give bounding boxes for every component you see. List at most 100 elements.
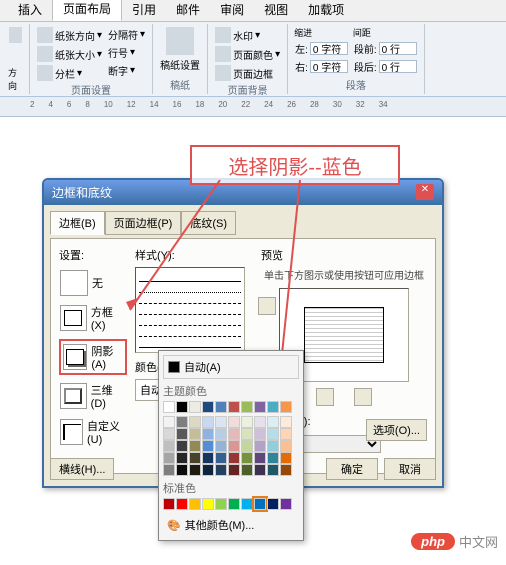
color-swatch[interactable]: [254, 464, 266, 476]
color-swatch[interactable]: [176, 440, 188, 452]
paper-size[interactable]: 纸张大小 ▾: [36, 45, 103, 63]
style-listbox[interactable]: [135, 267, 245, 353]
option-custom[interactable]: 自定义(U): [59, 417, 127, 447]
color-swatch[interactable]: [280, 452, 292, 464]
color-swatch[interactable]: [267, 416, 279, 428]
border-right-button[interactable]: [354, 388, 372, 406]
color-swatch[interactable]: [189, 401, 201, 413]
columns[interactable]: 分栏 ▾: [36, 64, 103, 82]
color-swatch[interactable]: [241, 416, 253, 428]
color-swatch[interactable]: [280, 416, 292, 428]
color-swatch[interactable]: [202, 401, 214, 413]
auto-color-option[interactable]: 自动(A): [163, 355, 299, 379]
color-swatch[interactable]: [267, 452, 279, 464]
tab-shading[interactable]: 底纹(S): [181, 211, 236, 235]
tab-mailings[interactable]: 邮件: [166, 0, 210, 21]
option-shadow[interactable]: 阴影(A): [59, 339, 127, 375]
color-swatch[interactable]: [202, 416, 214, 428]
option-3d[interactable]: 三维(D): [59, 381, 127, 411]
color-swatch[interactable]: [163, 440, 175, 452]
color-swatch[interactable]: [176, 401, 188, 413]
color-swatch[interactable]: [280, 464, 292, 476]
color-swatch[interactable]: [189, 464, 201, 476]
color-swatch[interactable]: [176, 464, 188, 476]
color-swatch[interactable]: [202, 428, 214, 440]
watermark[interactable]: 水印 ▾: [214, 26, 281, 44]
color-swatch[interactable]: [241, 440, 253, 452]
color-swatch[interactable]: [280, 440, 292, 452]
color-swatch[interactable]: [267, 464, 279, 476]
space-after-input[interactable]: [379, 60, 417, 73]
color-swatch[interactable]: [267, 498, 279, 510]
tab-borders[interactable]: 边框(B): [50, 211, 105, 235]
horizontal-line-button[interactable]: 横线(H)...: [50, 458, 114, 480]
color-swatch[interactable]: [215, 464, 227, 476]
ok-button[interactable]: 确定: [326, 458, 378, 480]
color-swatch[interactable]: [189, 452, 201, 464]
color-swatch[interactable]: [228, 440, 240, 452]
color-swatch[interactable]: [189, 428, 201, 440]
options-button[interactable]: 选项(O)...: [366, 419, 427, 441]
color-swatch[interactable]: [254, 452, 266, 464]
border-left-button[interactable]: [316, 388, 334, 406]
color-swatch[interactable]: [280, 498, 292, 510]
color-swatch[interactable]: [241, 401, 253, 413]
space-before-input[interactable]: [379, 42, 417, 55]
color-swatch[interactable]: [176, 416, 188, 428]
color-swatch[interactable]: [241, 498, 253, 510]
color-swatch[interactable]: [228, 452, 240, 464]
text-direction[interactable]: [8, 26, 23, 44]
tab-addins[interactable]: 加载项: [298, 0, 354, 21]
color-swatch[interactable]: [202, 498, 214, 510]
color-swatch[interactable]: [267, 440, 279, 452]
color-swatch[interactable]: [189, 498, 201, 510]
color-swatch[interactable]: [176, 498, 188, 510]
color-swatch[interactable]: [254, 416, 266, 428]
more-colors-option[interactable]: 🎨 其他颜色(M)...: [163, 514, 299, 536]
color-swatch[interactable]: [228, 401, 240, 413]
color-swatch[interactable]: [176, 452, 188, 464]
color-swatch[interactable]: [254, 498, 266, 510]
tab-insert[interactable]: 插入: [8, 0, 52, 21]
color-swatch[interactable]: [163, 464, 175, 476]
indent-left-input[interactable]: [310, 42, 348, 55]
color-swatch[interactable]: [163, 401, 175, 413]
color-swatch[interactable]: [215, 498, 227, 510]
paper-orientation[interactable]: 纸张方向 ▾: [36, 26, 103, 44]
color-swatch[interactable]: [202, 452, 214, 464]
color-swatch[interactable]: [254, 428, 266, 440]
color-swatch[interactable]: [163, 428, 175, 440]
color-swatch[interactable]: [228, 428, 240, 440]
cancel-button[interactable]: 取消: [384, 458, 436, 480]
color-swatch[interactable]: [228, 498, 240, 510]
color-swatch[interactable]: [254, 401, 266, 413]
color-swatch[interactable]: [280, 401, 292, 413]
page-borders[interactable]: 页面边框: [214, 64, 281, 82]
color-swatch[interactable]: [280, 428, 292, 440]
color-swatch[interactable]: [241, 464, 253, 476]
color-swatch[interactable]: [254, 440, 266, 452]
color-swatch[interactable]: [163, 452, 175, 464]
tab-review[interactable]: 审阅: [210, 0, 254, 21]
breaks[interactable]: 分隔符 ▾: [107, 26, 146, 43]
tab-page-border[interactable]: 页面边框(P): [105, 211, 182, 235]
color-swatch[interactable]: [189, 440, 201, 452]
option-box[interactable]: 方框(X): [59, 303, 127, 333]
color-swatch[interactable]: [241, 428, 253, 440]
page-color[interactable]: 页面颜色 ▾: [214, 45, 281, 63]
hyphenation[interactable]: 断字 ▾: [107, 62, 146, 79]
color-swatch[interactable]: [202, 464, 214, 476]
ruler[interactable]: 246810121416182022242628303234: [0, 97, 506, 117]
option-none[interactable]: 无: [59, 269, 127, 297]
color-swatch[interactable]: [215, 452, 227, 464]
border-top-button[interactable]: [258, 297, 276, 315]
color-swatch[interactable]: [215, 416, 227, 428]
color-swatch[interactable]: [202, 440, 214, 452]
color-swatch[interactable]: [163, 416, 175, 428]
tab-references[interactable]: 引用: [122, 0, 166, 21]
color-swatch[interactable]: [241, 452, 253, 464]
color-swatch[interactable]: [215, 440, 227, 452]
manuscript-settings[interactable]: 稿纸设置: [159, 26, 201, 73]
color-swatch[interactable]: [163, 498, 175, 510]
color-swatch[interactable]: [189, 416, 201, 428]
